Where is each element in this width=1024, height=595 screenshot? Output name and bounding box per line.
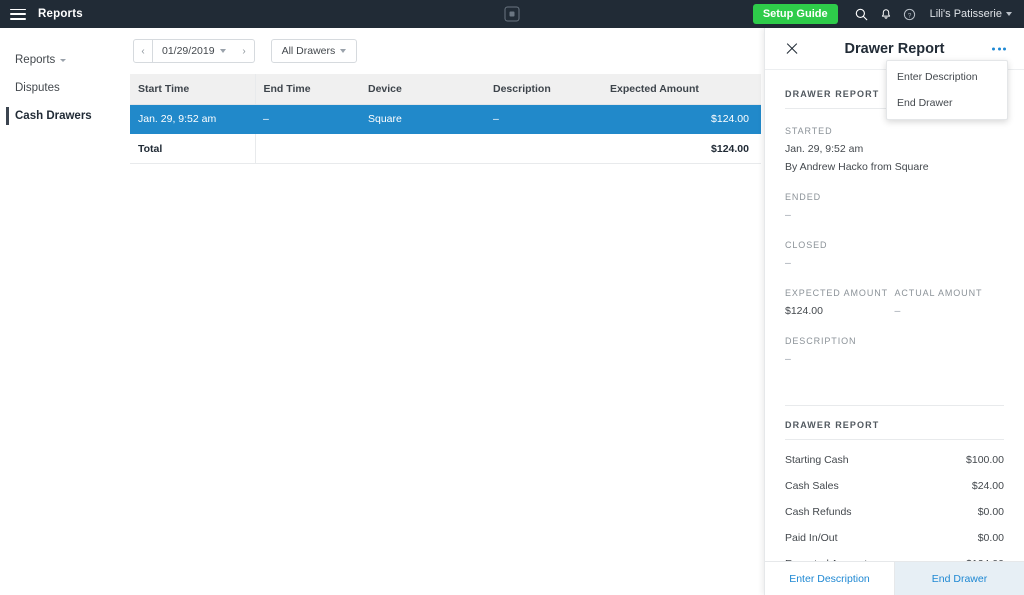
field-label-expected-amount: EXPECTED AMOUNT bbox=[785, 288, 889, 298]
date-value: 01/29/2019 bbox=[162, 45, 215, 57]
top-bar-actions: Setup Guide ? Lili's Patisserie bbox=[752, 0, 1016, 28]
sidebar-item-disputes[interactable]: Disputes bbox=[0, 74, 130, 102]
field-label-actual-amount: ACTUAL AMOUNT bbox=[894, 288, 983, 298]
chevron-down-icon bbox=[219, 49, 226, 53]
next-day-button[interactable]: › bbox=[234, 39, 255, 63]
sidebar-item-cash-drawers[interactable]: Cash Drawers bbox=[0, 102, 130, 130]
panel-footer: Enter Description End Drawer bbox=[765, 561, 1024, 595]
field-value-ended: – bbox=[785, 209, 791, 221]
summary-row-starting-cash: Starting Cash $100.00 bbox=[785, 447, 1004, 473]
actual-amount-block: ACTUAL AMOUNT – bbox=[895, 271, 1005, 319]
help-circle-icon[interactable]: ? bbox=[898, 0, 922, 28]
end-drawer-button[interactable]: End Drawer bbox=[894, 562, 1024, 595]
setup-guide-button[interactable]: Setup Guide bbox=[752, 4, 838, 24]
menu-item-enter-description[interactable]: Enter Description bbox=[887, 64, 1007, 90]
field-value-started-by: By Andrew Hacko from Square bbox=[785, 161, 929, 173]
close-icon[interactable] bbox=[785, 42, 799, 56]
summary-amount: $100.00 bbox=[966, 454, 1004, 466]
summary-row-paid-in-out: Paid In/Out $0.00 bbox=[785, 525, 1004, 551]
field-label-started: STARTED bbox=[785, 126, 833, 136]
table-total-row: Total $124.00 bbox=[130, 133, 761, 164]
summary-amount: $0.00 bbox=[977, 506, 1004, 518]
page-title: Reports bbox=[38, 8, 83, 20]
panel-body: DRAWER REPORT STARTED Jan. 29, 9:52 am B… bbox=[765, 70, 1024, 561]
summary-amount: $24.00 bbox=[971, 480, 1004, 492]
field-value-closed: – bbox=[785, 257, 791, 269]
date-navigator: ‹ 01/29/2019 › bbox=[133, 39, 255, 63]
total-spacer-description bbox=[485, 133, 610, 164]
more-options-icon[interactable] bbox=[988, 43, 1010, 54]
cell-description: – bbox=[485, 104, 610, 134]
table-header-row: Start Time End Time Device Description E… bbox=[130, 74, 761, 105]
chevron-down-icon bbox=[60, 58, 67, 62]
chevron-down-icon bbox=[1006, 12, 1012, 16]
search-icon[interactable] bbox=[850, 0, 874, 28]
cash-drawers-table: Start Time End Time Device Description E… bbox=[130, 74, 761, 164]
sidebar-item-label: Cash Drawers bbox=[15, 110, 92, 122]
column-header-start-time[interactable]: Start Time bbox=[130, 74, 255, 105]
total-spacer-end-time bbox=[254, 133, 360, 164]
amounts-row: EXPECTED AMOUNT $124.00 ACTUAL AMOUNT – bbox=[785, 271, 1004, 319]
sidebar-item-label: Disputes bbox=[15, 82, 60, 94]
summary-label: Paid In/Out bbox=[785, 532, 838, 544]
summary-row-expected-amount: Expected Amount $124.00 bbox=[785, 551, 1004, 561]
hamburger-menu-icon[interactable] bbox=[10, 8, 26, 20]
date-picker[interactable]: 01/29/2019 bbox=[153, 39, 235, 63]
previous-day-button[interactable]: ‹ bbox=[133, 39, 153, 63]
table-row[interactable]: Jan. 29, 9:52 am – Square – $124.00 bbox=[130, 104, 761, 134]
field-label-closed: CLOSED bbox=[785, 240, 828, 250]
notifications-bell-icon[interactable] bbox=[874, 0, 898, 28]
sidebar-item-label: Reports bbox=[15, 54, 56, 66]
summary-label: Cash Refunds bbox=[785, 506, 852, 518]
field-value-expected-amount: $124.00 bbox=[785, 305, 823, 317]
field-value-actual-amount: – bbox=[894, 305, 901, 317]
expected-amount-block: EXPECTED AMOUNT $124.00 bbox=[785, 271, 895, 319]
column-header-expected-amount[interactable]: Expected Amount bbox=[610, 74, 761, 105]
cell-start-time: Jan. 29, 9:52 am bbox=[130, 104, 255, 134]
report-toolbar: ‹ 01/29/2019 › All Drawers bbox=[130, 28, 764, 74]
cell-end-time: – bbox=[255, 104, 360, 134]
drawers-filter-select[interactable]: All Drawers bbox=[270, 39, 358, 63]
field-value-description: – bbox=[785, 353, 791, 365]
drawer-report-panel: Drawer Report Enter Description End Draw… bbox=[764, 28, 1024, 595]
field-value-started-time: Jan. 29, 9:52 am bbox=[785, 143, 864, 155]
section-label-drawer-report-summary: DRAWER REPORT bbox=[785, 420, 880, 430]
total-label: Total bbox=[130, 133, 255, 164]
account-menu[interactable]: Lili's Patisserie bbox=[930, 8, 1012, 20]
total-amount: $124.00 bbox=[610, 133, 761, 164]
enter-description-button[interactable]: Enter Description bbox=[765, 562, 894, 595]
chevron-down-icon bbox=[340, 49, 347, 53]
summary-row-cash-sales: Cash Sales $24.00 bbox=[785, 473, 1004, 499]
left-sidebar: Reports Disputes Cash Drawers bbox=[0, 28, 130, 595]
summary-amount: $0.00 bbox=[977, 532, 1004, 544]
cell-expected-amount: $124.00 bbox=[610, 104, 761, 134]
drawers-filter-label: All Drawers bbox=[281, 45, 336, 57]
main-content: ‹ 01/29/2019 › All Drawers Start Time En… bbox=[130, 28, 764, 595]
sidebar-item-reports[interactable]: Reports bbox=[0, 46, 130, 74]
account-name-label: Lili's Patisserie bbox=[929, 8, 1002, 20]
menu-item-end-drawer[interactable]: End Drawer bbox=[887, 90, 1007, 116]
column-header-device[interactable]: Device bbox=[360, 74, 485, 105]
column-header-end-time[interactable]: End Time bbox=[254, 74, 360, 105]
summary-list: Starting Cash $100.00 Cash Sales $24.00 … bbox=[785, 447, 1004, 561]
top-navigation-bar: Reports Setup Guide ? Lili's Patisserie bbox=[0, 0, 1024, 28]
summary-label: Cash Sales bbox=[785, 480, 839, 492]
field-label-ended: ENDED bbox=[785, 192, 822, 202]
panel-title: Drawer Report bbox=[844, 40, 945, 57]
svg-text:?: ? bbox=[908, 12, 912, 19]
options-dropdown-menu: Enter Description End Drawer bbox=[886, 60, 1008, 120]
total-spacer-device bbox=[360, 133, 485, 164]
divider bbox=[785, 439, 1004, 440]
column-header-description[interactable]: Description bbox=[485, 74, 610, 105]
cell-device: Square bbox=[360, 104, 485, 134]
field-label-description: DESCRIPTION bbox=[785, 336, 857, 346]
summary-label: Starting Cash bbox=[785, 454, 849, 466]
square-logo-icon bbox=[504, 6, 520, 22]
summary-row-cash-refunds: Cash Refunds $0.00 bbox=[785, 499, 1004, 525]
